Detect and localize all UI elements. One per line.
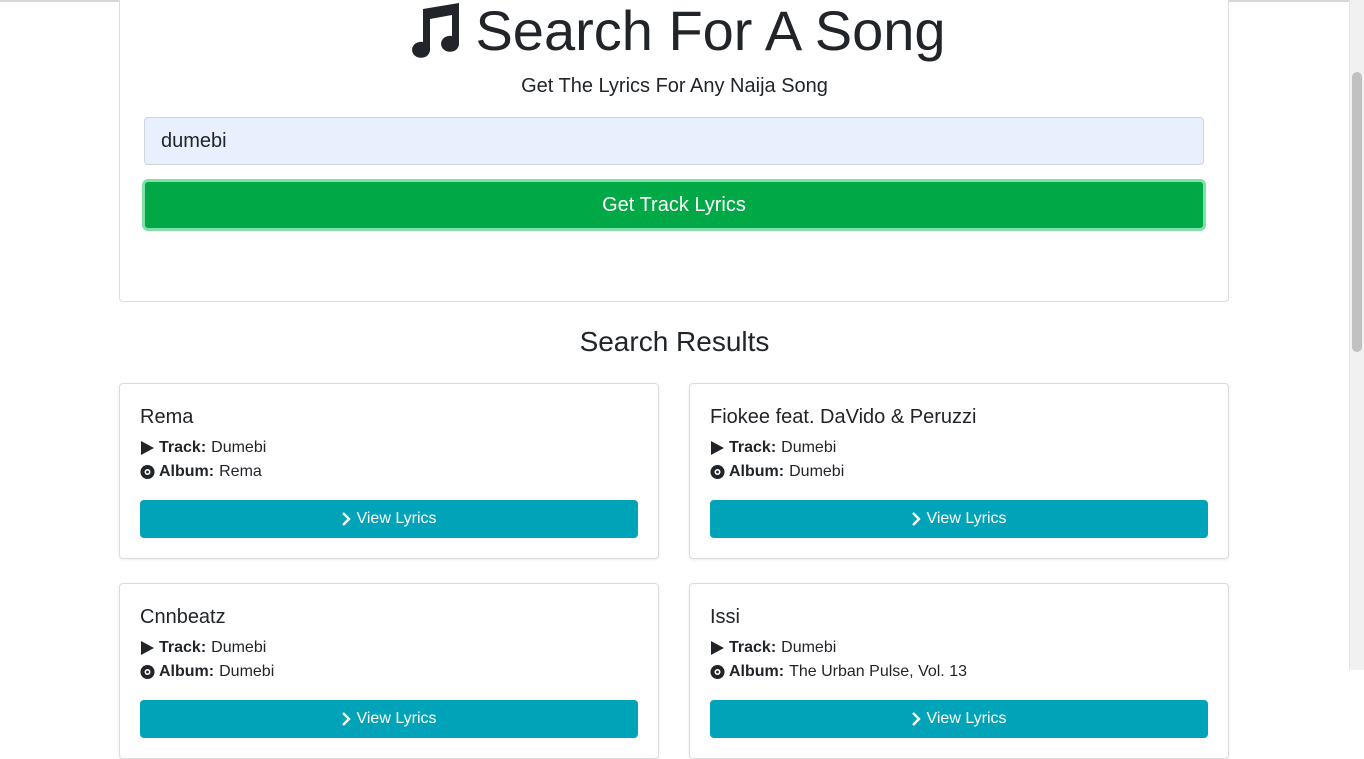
view-lyrics-label: View Lyrics <box>356 510 437 527</box>
compact-disc-icon <box>710 464 725 480</box>
view-lyrics-button[interactable]: View Lyrics <box>140 700 638 738</box>
result-track-row: Track: Dumebi <box>710 438 836 458</box>
track-value: Dumebi <box>781 639 837 656</box>
chevron-right-icon <box>342 512 352 526</box>
view-lyrics-button[interactable]: View Lyrics <box>710 500 1208 538</box>
result-album-row: Album: Rema <box>140 462 262 482</box>
result-card: Fiokee feat. DaVido & Peruzzi Track: Dum… <box>689 383 1229 559</box>
result-track-row: Track: Dumebi <box>140 638 266 658</box>
chevron-right-icon <box>342 712 352 726</box>
play-icon <box>141 641 154 655</box>
search-results-heading: Search Results <box>579 326 770 357</box>
track-label: Track: <box>729 639 777 656</box>
music-note-icon <box>412 3 460 58</box>
compact-disc-icon <box>710 664 725 680</box>
album-label: Album: <box>159 463 215 480</box>
result-artist: Cnnbeatz <box>140 606 226 628</box>
result-artist: Rema <box>140 406 194 428</box>
album-value: Rema <box>219 463 262 480</box>
album-label: Album: <box>729 663 785 680</box>
album-label: Album: <box>729 463 785 480</box>
page-subtitle: Get The Lyrics For Any Naija Song <box>521 75 828 97</box>
view-lyrics-button[interactable]: View Lyrics <box>140 500 638 538</box>
track-value: Dumebi <box>211 439 267 456</box>
result-card: Rema Track: Dumebi Album: Rema View Lyri… <box>119 383 659 559</box>
track-label: Track: <box>729 439 777 456</box>
view-lyrics-label: View Lyrics <box>356 710 437 727</box>
result-card: Issi Track: Dumebi Album: The Urban Puls… <box>689 583 1229 759</box>
result-artist: Fiokee feat. DaVido & Peruzzi <box>710 406 977 428</box>
result-card: Cnnbeatz Track: Dumebi Album: Dumebi Vie… <box>119 583 659 759</box>
page-title: Search For A Song <box>0 0 1349 62</box>
play-icon <box>711 441 724 455</box>
result-track-row: Track: Dumebi <box>140 438 266 458</box>
view-lyrics-label: View Lyrics <box>926 510 1007 527</box>
chevron-right-icon <box>912 512 922 526</box>
play-icon <box>711 641 724 655</box>
album-label: Album: <box>159 663 215 680</box>
track-label: Track: <box>159 439 207 456</box>
play-icon <box>141 441 154 455</box>
get-track-lyrics-button-label: Get Track Lyrics <box>602 193 746 216</box>
track-value: Dumebi <box>781 439 837 456</box>
compact-disc-icon <box>140 664 155 680</box>
get-track-lyrics-button[interactable]: Get Track Lyrics <box>142 179 1206 231</box>
scrollbar-thumb[interactable] <box>1352 72 1362 352</box>
track-value: Dumebi <box>211 639 267 656</box>
album-value: Dumebi <box>219 663 275 680</box>
track-label: Track: <box>159 639 207 656</box>
page-scrollbar[interactable] <box>1349 0 1364 670</box>
result-album-row: Album: Dumebi <box>710 462 844 482</box>
result-album-row: Album: Dumebi <box>140 662 274 682</box>
result-track-row: Track: Dumebi <box>710 638 836 658</box>
result-artist: Issi <box>710 606 740 628</box>
view-lyrics-label: View Lyrics <box>926 710 1007 727</box>
result-album-row: Album: The Urban Pulse, Vol. 13 <box>710 662 967 682</box>
view-lyrics-button[interactable]: View Lyrics <box>710 700 1208 738</box>
chevron-right-icon <box>912 712 922 726</box>
album-value: Dumebi <box>789 463 845 480</box>
compact-disc-icon <box>140 464 155 480</box>
album-value: The Urban Pulse, Vol. 13 <box>789 663 967 680</box>
page-title-text: Search For A Song <box>475 0 946 62</box>
song-search-input[interactable] <box>144 117 1204 165</box>
